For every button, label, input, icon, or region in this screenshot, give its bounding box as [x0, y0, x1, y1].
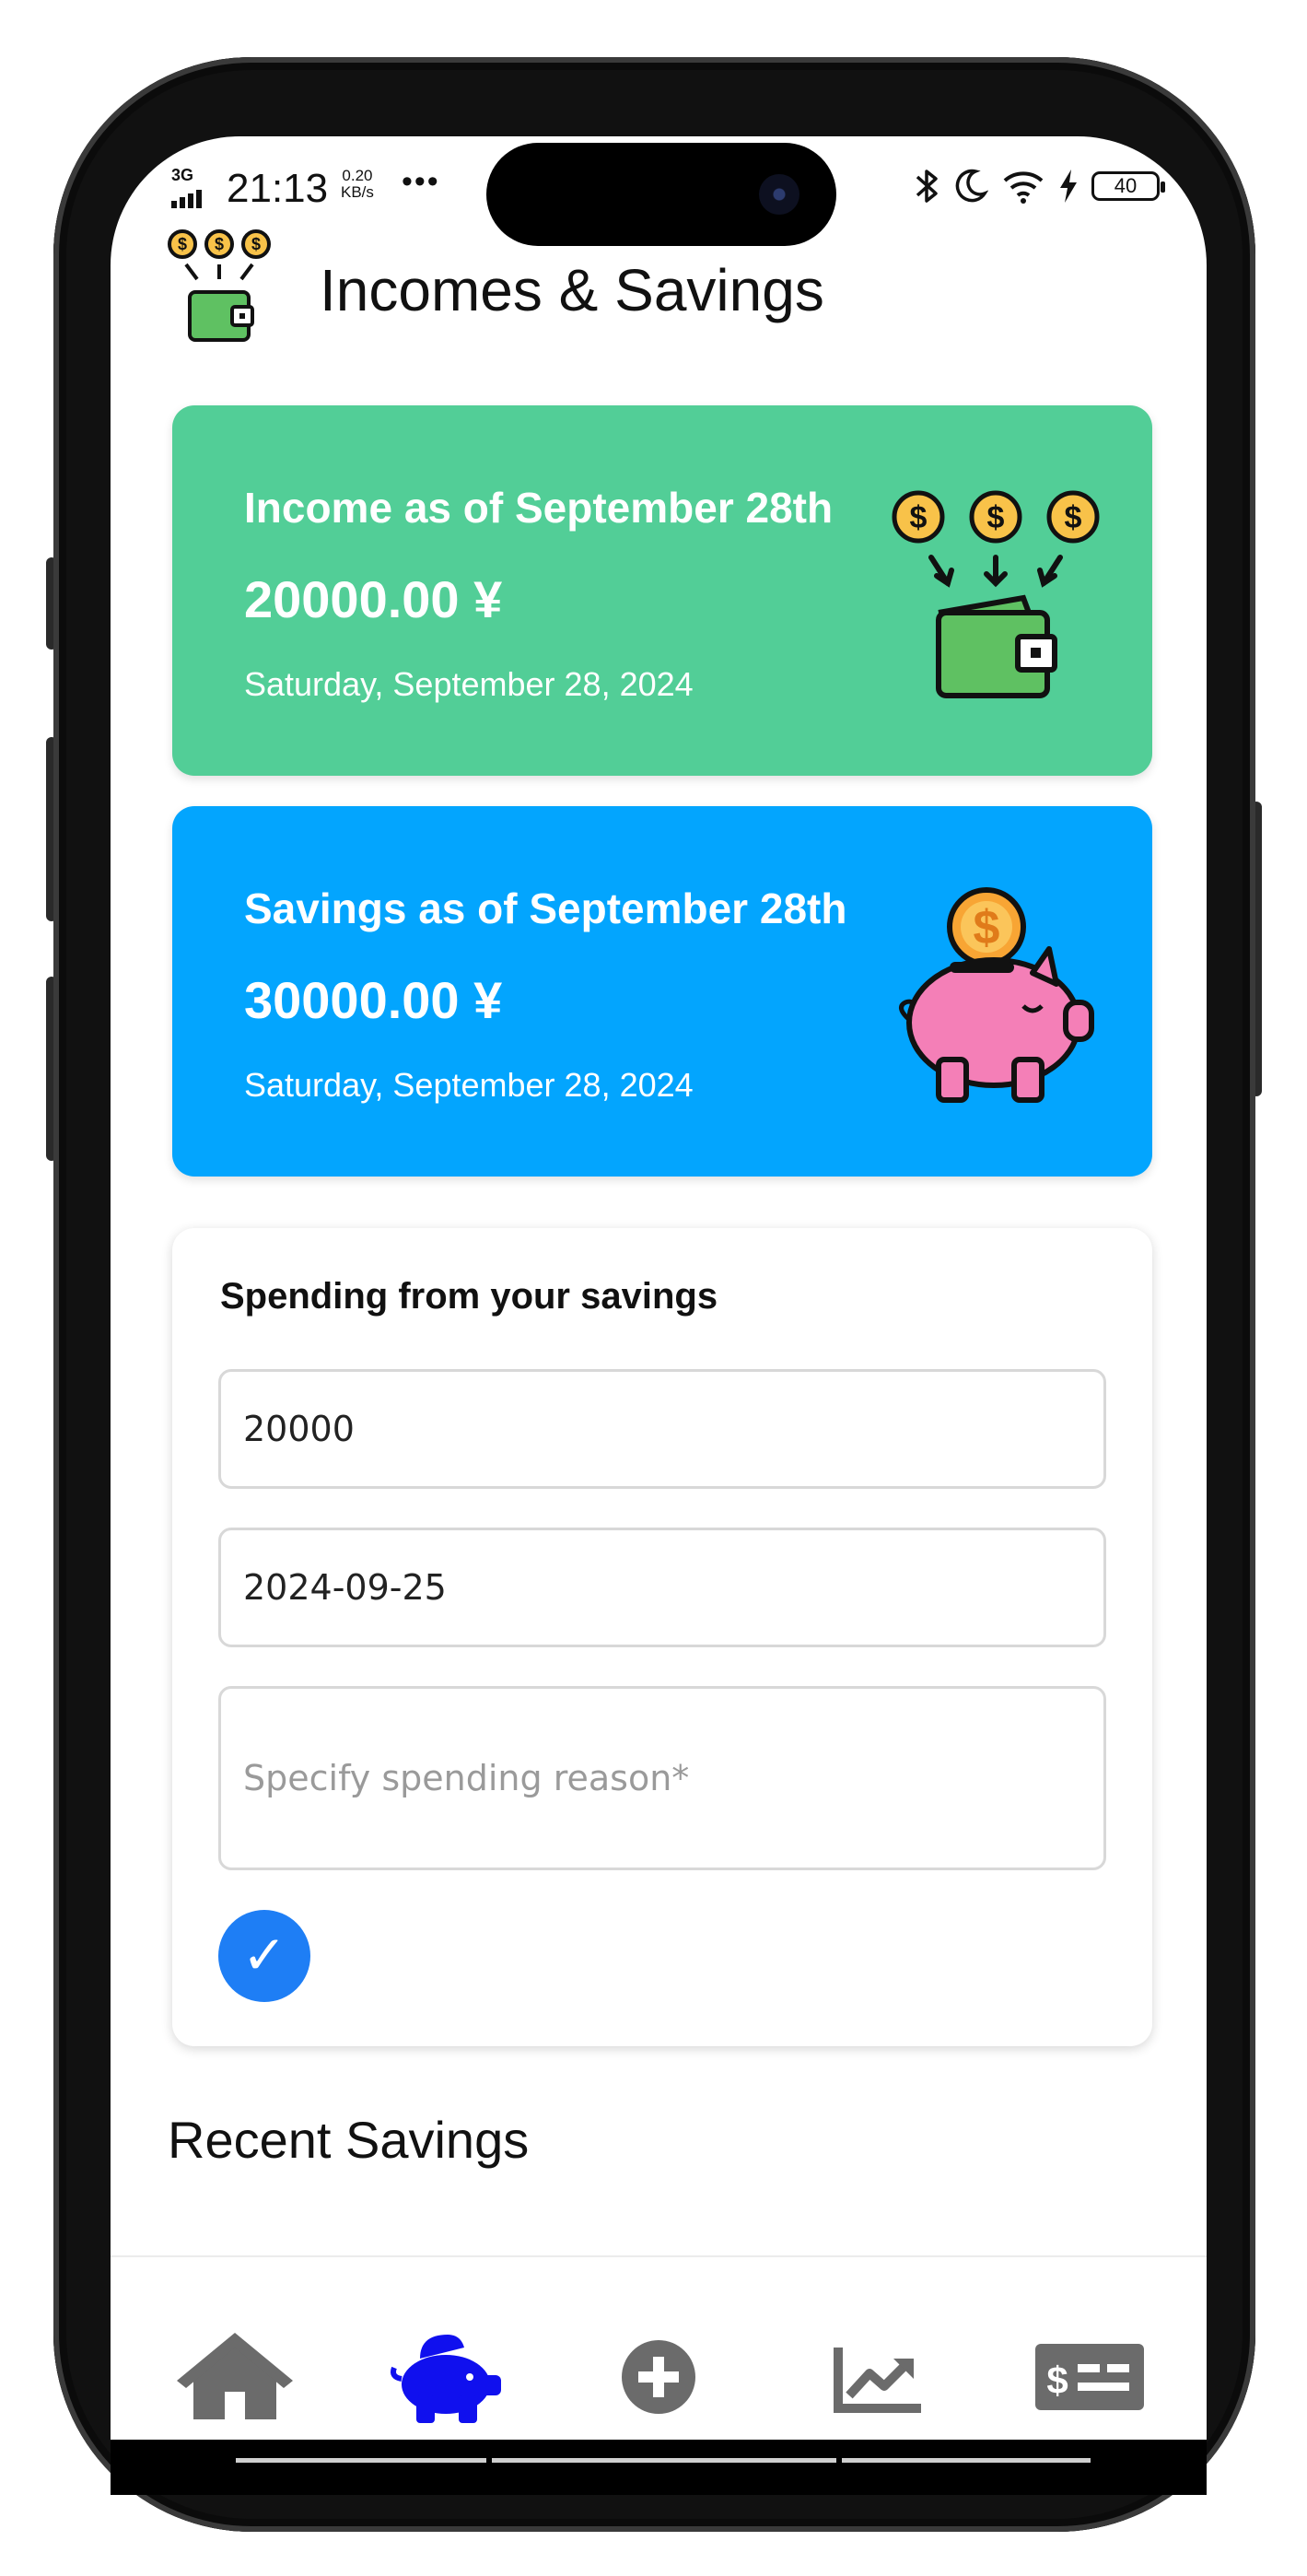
- dynamic-island: [486, 143, 836, 246]
- front-camera: [759, 174, 799, 215]
- chart-line-icon: [834, 2348, 921, 2413]
- svg-text:$: $: [987, 500, 1005, 535]
- wallet-coins-icon: $ $ $: [168, 229, 271, 342]
- savings-card-title: Savings as of September 28th: [244, 884, 847, 932]
- income-date: Saturday, September 28, 2024: [244, 665, 694, 703]
- money-bill-icon: $: [1035, 2344, 1144, 2410]
- nav-statistics[interactable]: [818, 2331, 938, 2423]
- savings-amount: 30000.00 ¥: [244, 971, 503, 1029]
- bluetooth-icon: [916, 170, 938, 203]
- svg-text:$: $: [215, 235, 224, 253]
- savings-date: Saturday, September 28, 2024: [244, 1066, 694, 1104]
- piggy-bank-icon: $: [899, 887, 1094, 1103]
- svg-text:$: $: [1065, 500, 1082, 535]
- nav-expenses[interactable]: $: [1030, 2331, 1149, 2423]
- reason-input[interactable]: Specify spending reason*: [218, 1686, 1106, 1870]
- cellular-signal-icon: 3G: [171, 166, 208, 210]
- wallet-coins-icon: $ $ $: [892, 490, 1100, 698]
- page-title: Incomes & Savings: [320, 257, 824, 323]
- spending-form: Spending from your savings 20000 2024-09…: [172, 1228, 1152, 2046]
- svg-text:$: $: [1046, 2359, 1068, 2402]
- battery-indicator: 40: [1091, 171, 1165, 201]
- nav-savings[interactable]: [389, 2331, 508, 2423]
- network-type: 3G: [171, 166, 194, 184]
- svg-text:$: $: [910, 500, 928, 535]
- piggy-bank-icon: [391, 2335, 501, 2423]
- submit-button[interactable]: ✓: [218, 1910, 310, 2002]
- savings-card[interactable]: Savings as of September 28th 30000.00 ¥ …: [172, 806, 1152, 1177]
- income-card-title: Income as of September 28th: [244, 484, 834, 532]
- date-input[interactable]: 2024-09-25: [218, 1528, 1106, 1647]
- home-icon: [177, 2333, 293, 2419]
- charging-bolt-icon: [1060, 170, 1077, 203]
- moon-icon: [955, 169, 988, 203]
- svg-text:$: $: [251, 235, 261, 253]
- scroll-indicator: [492, 2458, 836, 2463]
- amount-input[interactable]: 20000: [218, 1369, 1106, 1489]
- income-card[interactable]: Income as of September 28th 20000.00 ¥ S…: [172, 405, 1152, 776]
- svg-text:$: $: [974, 901, 1000, 954]
- bottom-nav: $: [111, 2255, 1207, 2467]
- plus-circle-icon: [622, 2340, 695, 2414]
- scroll-indicator: [842, 2458, 1091, 2463]
- spending-form-title: Spending from your savings: [220, 1276, 718, 1317]
- more-dots-icon: •••: [402, 164, 440, 199]
- wifi-icon: [1003, 171, 1044, 204]
- nav-add[interactable]: [599, 2331, 718, 2423]
- recent-savings-heading: Recent Savings: [168, 2111, 530, 2169]
- scroll-indicator: [236, 2458, 486, 2463]
- status-time: 21:13: [227, 166, 329, 211]
- income-amount: 20000.00 ¥: [244, 570, 503, 628]
- network-speed: 0.20 KB/s: [341, 167, 374, 201]
- svg-text:$: $: [178, 235, 187, 253]
- nav-home[interactable]: [175, 2331, 295, 2423]
